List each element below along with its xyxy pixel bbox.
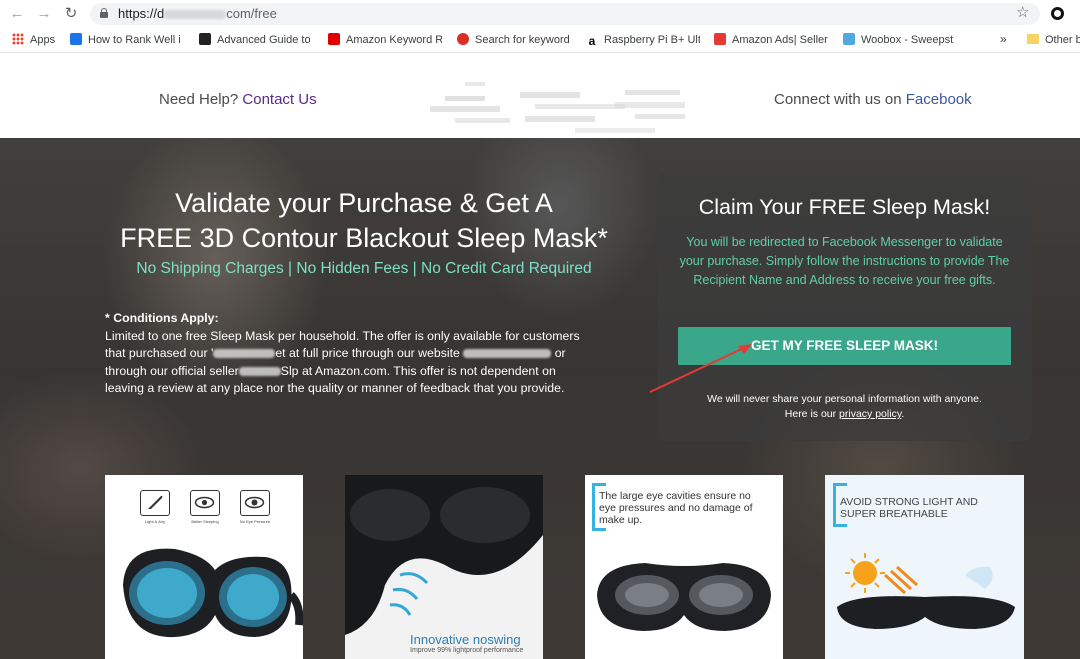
bookmark-label: Woobox - Sweepst — [861, 34, 954, 46]
privacy-line-2: Here is our privacy policy. — [657, 407, 1032, 422]
conditions-line-3: through our official seller Slp at Amazon… — [105, 363, 625, 381]
bookmark-ads[interactable]: Amazon Ads| Seller — [714, 33, 828, 49]
bookmark-apps[interactable]: Apps — [12, 33, 62, 49]
card-subtitle: Improve 99% lightproof performance — [410, 647, 524, 654]
bookmark-search[interactable]: Search for keyword — [457, 33, 571, 49]
conditions-text: et at full price through our website — [275, 346, 460, 360]
bookmark-label: Raspberry Pi B+ Ult — [604, 34, 700, 46]
url-path: com/free — [226, 6, 277, 21]
redacted-website — [463, 349, 552, 359]
url-redacted — [164, 10, 227, 20]
redacted-seller — [238, 366, 281, 376]
bookmark-label: Search for keyword — [475, 34, 570, 46]
conditions-title: * Conditions Apply: — [105, 311, 219, 325]
bookmark-label: Amazon Keyword R — [346, 34, 442, 46]
browser-toolbar: ← → ↻ https://d com/free ☆ — [0, 0, 1080, 28]
bookmark-label: Advanced Guide to — [217, 34, 311, 46]
mask-sun-image — [825, 545, 1024, 659]
feature-icons: Light & Airy Better Sleeping No Eye Pres… — [140, 490, 280, 524]
conditions-text: Slp at Amazon.com. This offer is not dep… — [280, 363, 556, 378]
conditions-line-2: that purchased our ' et at full price thr… — [105, 345, 625, 363]
amazon-favicon-icon: a — [586, 35, 598, 47]
bookmark-star-icon[interactable]: ☆ — [1016, 3, 1029, 21]
bookmark-woobox[interactable]: Woobox - Sweepst — [843, 33, 959, 49]
privacy-text: . — [901, 408, 905, 420]
card-note: AVOID STRONG LIGHT AND SUPER BREATHABLE — [840, 496, 978, 520]
card-title: Innovative noswing — [410, 632, 521, 647]
address-bar[interactable]: https://d com/free — [90, 3, 1040, 25]
url-text[interactable]: https://d com/free — [118, 6, 277, 21]
conditions-line-4: leaving a review at any place nor the qu… — [105, 381, 565, 395]
card-note: The large eye cavities ensure no eye pre… — [599, 490, 753, 526]
product-card-eye-cavities: The large eye cavities ensure no eye pre… — [585, 475, 783, 659]
help-text: Need Help? Contact Us — [159, 91, 317, 108]
page-headline: Validate your Purchase & Get A FREE 3D C… — [0, 186, 728, 256]
eye-pressure-icon — [240, 490, 270, 516]
redacted-product — [213, 349, 276, 359]
conditions-text: that purchased our ' — [105, 346, 214, 360]
feature-label: Better Sleeping — [191, 519, 219, 524]
connect-prefix: Connect with us on — [774, 91, 902, 108]
product-card-breathable: AVOID STRONG LIGHT AND SUPER BREATHABLE — [825, 475, 1024, 659]
claim-panel: Claim Your FREE Sleep Mask! You will be … — [657, 173, 1032, 441]
claim-title: Claim Your FREE Sleep Mask! — [698, 195, 991, 219]
lock-icon — [100, 8, 108, 18]
site-header: Need Help? Contact Us Connect with us on… — [0, 54, 1080, 143]
product-card-features: Light & Airy Better Sleeping No Eye Pres… — [105, 475, 303, 659]
headline-line-2: FREE 3D Contour Blackout Sleep Mask* — [120, 223, 608, 253]
bookmark-label: Other b — [1045, 34, 1080, 46]
feature-label: Light & Airy — [144, 519, 166, 524]
conditions-block: * Conditions Apply: Limited to one free … — [105, 310, 625, 398]
bookmarks-bar: Apps How to Rank Well i Advanced Guide t… — [0, 28, 1080, 53]
sleep-mask-image — [123, 548, 303, 638]
forward-arrow-icon[interactable]: → — [34, 4, 54, 24]
hero-section: Validate your Purchase & Get A FREE 3D C… — [0, 138, 1080, 659]
bookmark-label: Amazon Ads| Seller — [732, 34, 828, 46]
headline-line-1: Validate your Purchase & Get A — [175, 188, 553, 218]
profile-avatar-icon[interactable] — [1051, 7, 1064, 20]
feather-icon — [140, 490, 170, 516]
help-prefix: Need Help? — [159, 91, 239, 108]
bookmark-other[interactable]: Other b — [1027, 33, 1080, 49]
feature-label: No Eye Pressure — [239, 519, 271, 524]
youtube-favicon-icon — [328, 33, 340, 45]
product-card-nose: Innovative noswing Improve 99% lightproo… — [345, 475, 543, 659]
more-bookmarks-button[interactable]: » — [1000, 32, 1007, 46]
privacy-text: Here is our — [784, 408, 837, 420]
conditions-text: or — [554, 346, 566, 360]
bookmark-keyword[interactable]: Amazon Keyword R — [328, 33, 442, 49]
bookmark-raspberry[interactable]: a Raspberry Pi B+ Ult — [586, 33, 700, 49]
claim-description: You will be redirected to Facebook Messe… — [679, 235, 1010, 287]
seo-favicon-icon — [199, 33, 211, 45]
bookmark-guide[interactable]: Advanced Guide to — [199, 33, 313, 49]
bookmark-label: Apps — [30, 34, 56, 46]
facebook-link[interactable]: Facebook — [906, 91, 972, 108]
bookmark-label: How to Rank Well i — [88, 34, 181, 46]
conditions-text: through our official seller — [105, 363, 239, 378]
site-favicon-icon — [714, 33, 726, 45]
url-prefix: https://d — [118, 6, 165, 21]
connect-text: Connect with us on Facebook — [774, 91, 972, 108]
tagline: No Shipping Charges | No Hidden Fees | N… — [136, 260, 592, 277]
back-arrow-icon[interactable]: ← — [7, 4, 27, 24]
site-favicon-icon — [70, 33, 82, 45]
conditions-line-1: Limited to one free Sleep Mask per house… — [105, 328, 580, 343]
folder-icon — [1027, 34, 1039, 44]
woobox-favicon-icon — [843, 33, 855, 45]
privacy-policy-link[interactable]: privacy policy — [839, 408, 901, 420]
bookmark-rank[interactable]: How to Rank Well i — [70, 33, 186, 49]
site-favicon-icon — [457, 33, 469, 45]
apps-grid-icon — [12, 33, 24, 45]
red-arrow-annotation-icon — [649, 344, 752, 393]
eye-icon — [190, 490, 220, 516]
reload-icon[interactable]: ↻ — [61, 4, 81, 24]
contact-us-link[interactable]: Contact Us — [242, 91, 316, 108]
mask-front-image — [597, 563, 771, 631]
